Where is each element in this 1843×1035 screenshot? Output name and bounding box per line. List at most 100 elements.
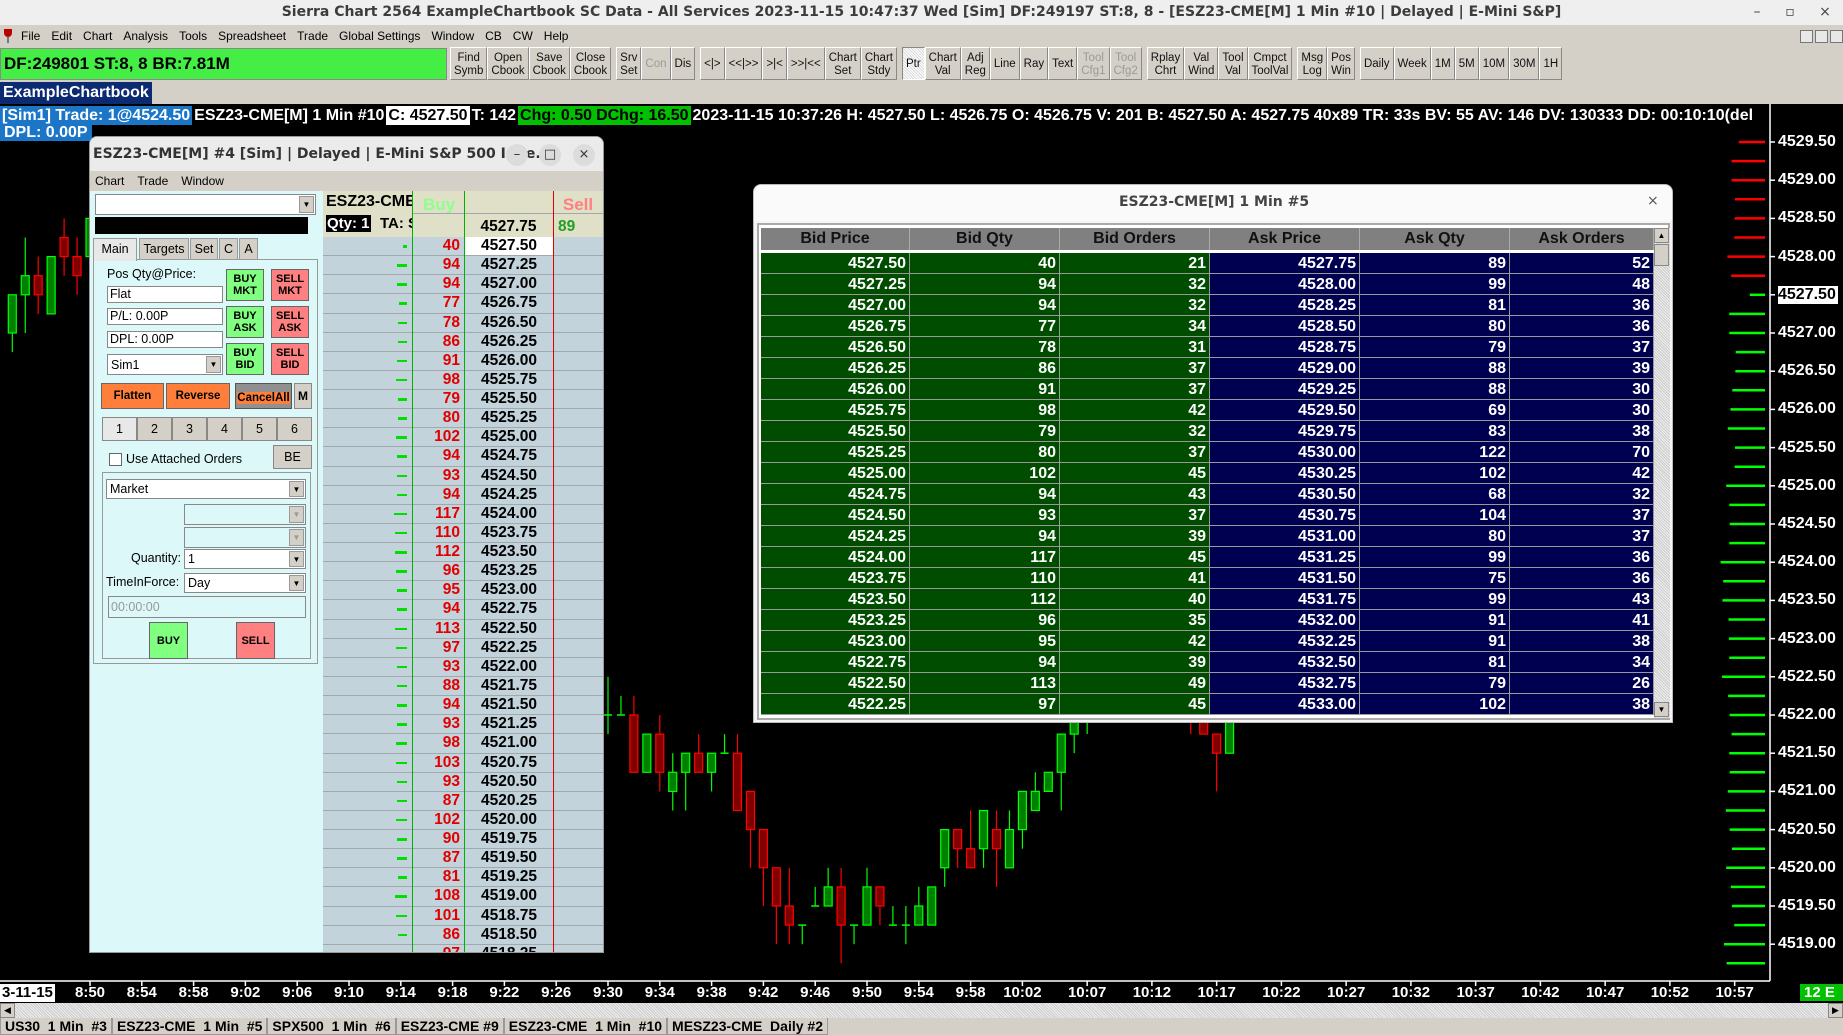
scroll-left-icon[interactable]: ◀: [0, 1003, 15, 1018]
attached-orders-checkbox[interactable]: [109, 453, 122, 466]
sell-cell[interactable]: [554, 734, 603, 752]
ladder-price[interactable]: 4521.50: [465, 696, 553, 714]
ladder-price[interactable]: 4522.75: [465, 600, 553, 618]
ladder-price[interactable]: 4521.25: [465, 715, 553, 733]
sell-cell[interactable]: [554, 811, 603, 829]
bid-quantity[interactable]: 93: [412, 715, 460, 733]
sell-button[interactable]: SELL: [236, 622, 275, 659]
bid-quantity[interactable]: 102: [412, 428, 460, 446]
scroll-right-icon[interactable]: ▶: [1828, 1003, 1843, 1018]
ladder-row[interactable]: 87 4520.25: [323, 792, 603, 811]
sell-cell[interactable]: [554, 352, 603, 370]
ladder-row[interactable]: 117 4524.00: [323, 505, 603, 524]
reverse-button[interactable]: Reverse: [166, 383, 230, 409]
ladder-row[interactable]: 86 4518.50: [323, 926, 603, 945]
sell-cell[interactable]: [554, 773, 603, 791]
bid-quantity[interactable]: 117: [412, 505, 460, 523]
ladder-row[interactable]: 110 4523.75: [323, 524, 603, 544]
sell-cell[interactable]: [554, 792, 603, 810]
ladder-price[interactable]: 4518.50: [465, 926, 553, 944]
ladder-row[interactable]: 93 4522.00: [323, 658, 603, 677]
column-header[interactable]: Bid Qty: [910, 228, 1060, 250]
bid-quantity[interactable]: 88: [412, 677, 460, 695]
ladder-price[interactable]: 4521.75: [465, 677, 553, 695]
ladder-price[interactable]: 4522.00: [465, 658, 553, 676]
scroll-thumb[interactable]: [1654, 244, 1669, 266]
breakeven-button[interactable]: BE: [273, 445, 312, 469]
ladder-price[interactable]: 4523.00: [465, 581, 553, 599]
price-2-select[interactable]: ▼: [184, 527, 306, 548]
ladder-row[interactable]: 94 4527.00: [323, 275, 603, 295]
bid-quantity[interactable]: 81: [412, 868, 460, 886]
ladder-row[interactable]: 95 4523.00: [323, 581, 603, 601]
sell-cell[interactable]: [554, 333, 603, 351]
ladder-price[interactable]: 4526.00: [465, 352, 553, 370]
ladder-row[interactable]: 91 4526.00: [323, 352, 603, 371]
quantity-preset-button[interactable]: 6: [277, 417, 312, 441]
ladder-row[interactable]: 113 4522.50: [323, 620, 603, 639]
sell-cell[interactable]: [554, 543, 603, 561]
bid-quantity[interactable]: 86: [412, 926, 460, 944]
scroll-down-icon[interactable]: ▼: [1654, 702, 1669, 717]
ladder-price[interactable]: 4522.25: [465, 639, 553, 657]
sell-cell[interactable]: [554, 600, 603, 618]
bid-quantity[interactable]: 94: [412, 696, 460, 714]
bid-quantity[interactable]: 94: [412, 256, 460, 274]
trade-menu-window[interactable]: Window: [181, 171, 224, 191]
ladder-price[interactable]: 4519.75: [465, 830, 553, 848]
ladder-row[interactable]: 96 4523.25: [323, 562, 603, 582]
ladder-row[interactable]: 80 4525.25: [323, 409, 603, 429]
sell-cell[interactable]: [554, 428, 603, 446]
sell-cell[interactable]: [554, 390, 603, 408]
bid-quantity[interactable]: 87: [412, 849, 460, 867]
bid-quantity[interactable]: 108: [412, 887, 460, 905]
bid-quantity[interactable]: 80: [412, 409, 460, 427]
symbol-combobox[interactable]: ▼: [95, 194, 316, 215]
quantity-preset-button[interactable]: 2: [137, 417, 172, 441]
bid-quantity[interactable]: 113: [412, 620, 460, 638]
ladder-row[interactable]: 88 4521.75: [323, 677, 603, 697]
sell-cell[interactable]: [554, 868, 603, 886]
ladder-price[interactable]: 4526.25: [465, 333, 553, 351]
sell-bid-button[interactable]: SELL BID: [271, 343, 309, 375]
time-in-force-select[interactable]: Day ▼: [184, 573, 306, 593]
maximize-icon[interactable]: □: [539, 144, 561, 166]
bid-quantity[interactable]: 78: [412, 314, 460, 332]
ladder-row[interactable]: 93 4520.50: [323, 773, 603, 792]
column-header[interactable]: Bid Price: [761, 228, 910, 250]
ladder-price[interactable]: 4519.00: [465, 887, 553, 905]
sell-cell[interactable]: [554, 505, 603, 523]
bid-quantity[interactable]: 110: [412, 524, 460, 542]
sell-cell[interactable]: [554, 467, 603, 485]
sell-cell[interactable]: [554, 294, 603, 312]
scroll-up-icon[interactable]: ▲: [1654, 228, 1669, 243]
ladder-price[interactable]: 4518.75: [465, 907, 553, 925]
tab-main[interactable]: Main: [93, 238, 137, 261]
ladder-price[interactable]: 4520.50: [465, 773, 553, 791]
sell-cell[interactable]: [554, 371, 603, 389]
ladder-price[interactable]: 4525.50: [465, 390, 553, 408]
ladder-row[interactable]: 102 4525.00: [323, 428, 603, 448]
buy-bid-button[interactable]: BUY BID: [226, 343, 264, 375]
sell-cell[interactable]: [554, 907, 603, 925]
sell-ask-button[interactable]: SELL ASK: [271, 306, 309, 338]
tab-targets[interactable]: Targets: [139, 238, 189, 260]
ladder-price[interactable]: 4520.25: [465, 792, 553, 810]
bid-quantity[interactable]: 93: [412, 467, 460, 485]
chart-tab[interactable]: ESZ23-CME 1 Min #10: [503, 1018, 668, 1035]
ladder-price[interactable]: 4527.00: [465, 275, 553, 293]
column-header[interactable]: Ask Price: [1210, 228, 1360, 250]
vertical-scrollbar[interactable]: ▲ ▼: [1654, 228, 1670, 718]
m-button[interactable]: M: [294, 383, 312, 409]
order-type-select[interactable]: Market ▼: [106, 479, 306, 499]
bid-quantity[interactable]: 94: [412, 600, 460, 618]
sell-cell[interactable]: [554, 945, 603, 952]
quantity-preset-button[interactable]: 3: [172, 417, 207, 441]
close-icon[interactable]: ×: [1647, 193, 1659, 209]
ladder-price[interactable]: 4523.75: [465, 524, 553, 542]
sell-cell[interactable]: [554, 658, 603, 676]
ladder-price[interactable]: 4519.50: [465, 849, 553, 867]
tab-a[interactable]: A: [239, 238, 258, 260]
ladder-row[interactable]: 93 4524.50: [323, 467, 603, 486]
sell-cell[interactable]: [554, 887, 603, 905]
